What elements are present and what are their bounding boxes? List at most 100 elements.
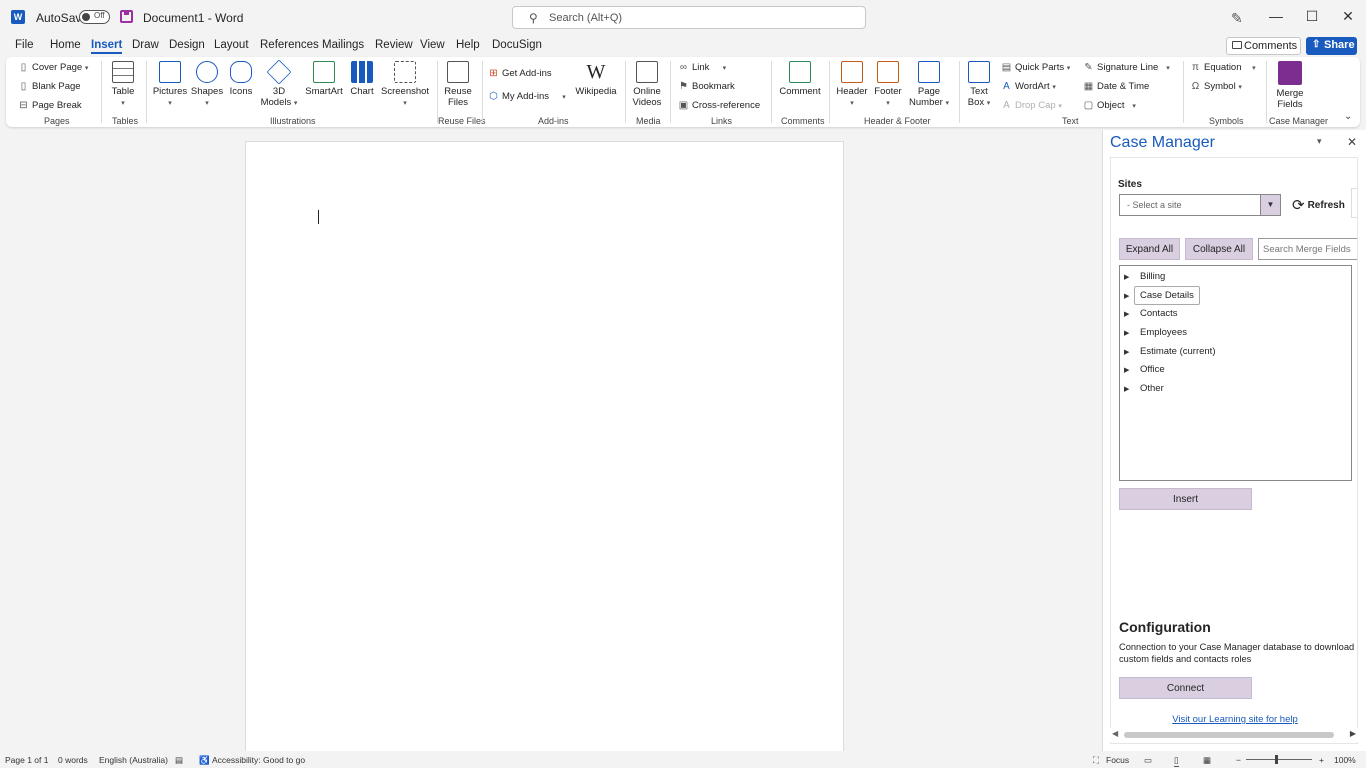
tab-design[interactable]: Design xyxy=(169,39,205,51)
collapse-handle-chevron-icon[interactable]: ‹ xyxy=(1351,188,1357,218)
learning-site-link[interactable]: Visit our Learning site for help xyxy=(1111,714,1357,725)
refresh-button[interactable]: ⟳ Refresh xyxy=(1292,196,1345,214)
expand-triangle-icon[interactable]: ▶ xyxy=(1124,366,1129,374)
maximize-button[interactable]: ☐ xyxy=(1302,8,1322,26)
get-addins-button[interactable]: ⊞ Get Add-ins xyxy=(488,68,551,79)
scroll-right-arrow-icon[interactable]: ▶ xyxy=(1350,729,1356,738)
wikipedia-button[interactable]: W Wikipedia xyxy=(574,61,618,97)
smartart-button[interactable]: SmartArt xyxy=(304,61,344,97)
focus-mode-button[interactable]: Focus xyxy=(1106,755,1129,765)
proofing-icon[interactable]: ▤ xyxy=(175,755,183,766)
pane-options-chevron-icon[interactable]: ▾ xyxy=(1317,136,1322,147)
wordart-button[interactable]: A WordArt ▾ xyxy=(1001,81,1056,92)
tab-mailings[interactable]: Mailings xyxy=(322,39,364,51)
search-merge-fields-input[interactable]: Search Merge Fields xyxy=(1258,238,1357,260)
page-number-button[interactable]: Page Number ▾ xyxy=(907,61,951,108)
word-count[interactable]: 0 words xyxy=(58,755,88,765)
cover-page-button[interactable]: ▯ Cover Page ▾ xyxy=(18,62,89,73)
link-button[interactable]: ∞ Link ▾ xyxy=(678,62,726,73)
web-layout-icon[interactable]: ▦ xyxy=(1203,755,1211,766)
save-icon[interactable] xyxy=(120,10,133,23)
object-label: Object xyxy=(1097,100,1125,111)
blank-page-button[interactable]: ▯ Blank Page xyxy=(18,81,81,92)
3d-models-button[interactable]: 3D Models ▾ xyxy=(258,59,300,108)
tab-home[interactable]: Home xyxy=(50,39,81,51)
zoom-in-button[interactable]: + xyxy=(1319,755,1324,765)
text-box-icon xyxy=(968,61,990,83)
page-count[interactable]: Page 1 of 1 xyxy=(5,755,48,765)
zoom-slider[interactable] xyxy=(1246,759,1312,760)
site-select[interactable]: - Select a site ▼ xyxy=(1119,194,1281,216)
ribbon-collapse-icon[interactable]: ⌄ xyxy=(1344,111,1352,122)
minimize-button[interactable]: — xyxy=(1266,8,1286,26)
reuse-files-button[interactable]: Reuse Files xyxy=(442,61,474,108)
expand-triangle-icon[interactable]: ▶ xyxy=(1124,273,1129,281)
tab-help[interactable]: Help xyxy=(456,39,480,51)
connect-button[interactable]: Connect xyxy=(1119,677,1252,699)
online-videos-button[interactable]: Online Videos xyxy=(630,61,664,108)
screenshot-button[interactable]: Screenshot ▾ xyxy=(381,61,429,108)
text-box-button[interactable]: Text Box ▾ xyxy=(964,61,994,108)
tab-view[interactable]: View xyxy=(420,39,445,51)
ribbon-separator xyxy=(771,61,772,123)
page-break-button[interactable]: ⊟ Page Break xyxy=(18,100,81,111)
header-label: Header xyxy=(836,86,868,97)
date-time-button[interactable]: ▦ Date & Time xyxy=(1083,81,1150,92)
signature-line-button[interactable]: ✎ Signature Line ▾ xyxy=(1083,62,1169,73)
search-input[interactable]: ⚲ Search (Alt+Q) xyxy=(512,6,866,29)
expand-triangle-icon[interactable]: ▶ xyxy=(1124,385,1129,393)
symbol-button[interactable]: Ω Symbol ▾ xyxy=(1190,81,1242,92)
tab-references[interactable]: References xyxy=(260,39,319,51)
new-comment-button[interactable]: Comment xyxy=(778,61,822,97)
tab-draw[interactable]: Draw xyxy=(132,39,159,51)
cross-reference-button[interactable]: ▣ Cross-reference xyxy=(678,100,760,111)
expand-triangle-icon[interactable]: ▶ xyxy=(1124,329,1129,337)
tab-insert[interactable]: Insert xyxy=(91,39,123,54)
pictures-button[interactable]: Pictures ▾ xyxy=(152,61,188,108)
quick-parts-icon: ▤ xyxy=(1001,62,1012,73)
table-button[interactable]: Table ▾ xyxy=(110,61,136,108)
comments-button[interactable]: Comments xyxy=(1226,37,1301,55)
collapse-all-button[interactable]: Collapse All xyxy=(1185,238,1253,260)
print-layout-icon[interactable]: ▯ xyxy=(1174,755,1179,767)
expand-triangle-icon[interactable]: ▶ xyxy=(1124,292,1129,300)
language-indicator[interactable]: English (Australia) xyxy=(99,755,168,765)
tab-review[interactable]: Review xyxy=(375,39,413,51)
bookmark-button[interactable]: ⚑ Bookmark xyxy=(678,81,735,92)
merge-fields-tree: ▶ Billing ▶ Case Details ▶ Contacts ▶ Employ… xyxy=(1119,265,1352,481)
horizontal-scrollbar[interactable]: ◀ ▶ xyxy=(1110,728,1358,742)
tab-file[interactable]: File xyxy=(15,39,34,51)
scrollbar-thumb[interactable] xyxy=(1124,732,1334,738)
scroll-left-arrow-icon[interactable]: ◀ xyxy=(1112,729,1118,738)
my-addins-button[interactable]: ⬡ My Add-ins ▾ xyxy=(488,91,566,102)
object-button[interactable]: ▢ Object ▾ xyxy=(1083,100,1136,111)
read-mode-icon[interactable]: ▭ xyxy=(1144,755,1152,766)
tab-docusign[interactable]: DocuSign xyxy=(492,39,542,51)
autosave-toggle[interactable]: Off xyxy=(79,10,110,24)
equation-button[interactable]: π Equation ▾ xyxy=(1190,62,1256,73)
drop-cap-button[interactable]: A Drop Cap ▾ xyxy=(1001,100,1062,111)
zoom-slider-thumb[interactable] xyxy=(1275,755,1278,764)
footer-button[interactable]: Footer ▾ xyxy=(871,61,905,108)
dropdown-arrow-icon[interactable]: ▼ xyxy=(1260,195,1280,215)
accessibility-status[interactable]: Accessibility: Good to go xyxy=(212,755,305,765)
insert-button[interactable]: Insert xyxy=(1119,488,1252,510)
search-icon: ⚲ xyxy=(529,11,538,25)
pane-close-icon[interactable]: ✕ xyxy=(1347,135,1357,149)
merge-fields-button[interactable]: Merge Fields xyxy=(1270,61,1310,110)
share-button[interactable]: ⇧ Share xyxy=(1306,37,1357,55)
expand-triangle-icon[interactable]: ▶ xyxy=(1124,348,1129,356)
quick-parts-button[interactable]: ▤ Quick Parts ▾ xyxy=(1001,62,1071,73)
pen-icon[interactable]: ✎ xyxy=(1231,10,1243,27)
header-button[interactable]: Header ▾ xyxy=(835,61,869,108)
icons-button[interactable]: Icons xyxy=(228,61,254,97)
expand-triangle-icon[interactable]: ▶ xyxy=(1124,310,1129,318)
close-button[interactable]: ✕ xyxy=(1338,8,1358,26)
zoom-out-button[interactable]: − xyxy=(1236,755,1241,765)
chart-button[interactable]: Chart xyxy=(348,61,376,97)
document-page[interactable] xyxy=(245,141,844,753)
zoom-level[interactable]: 100% xyxy=(1334,755,1356,765)
shapes-button[interactable]: Shapes ▾ xyxy=(190,61,224,108)
expand-all-button[interactable]: Expand All xyxy=(1119,238,1180,260)
tab-layout[interactable]: Layout xyxy=(214,39,249,51)
